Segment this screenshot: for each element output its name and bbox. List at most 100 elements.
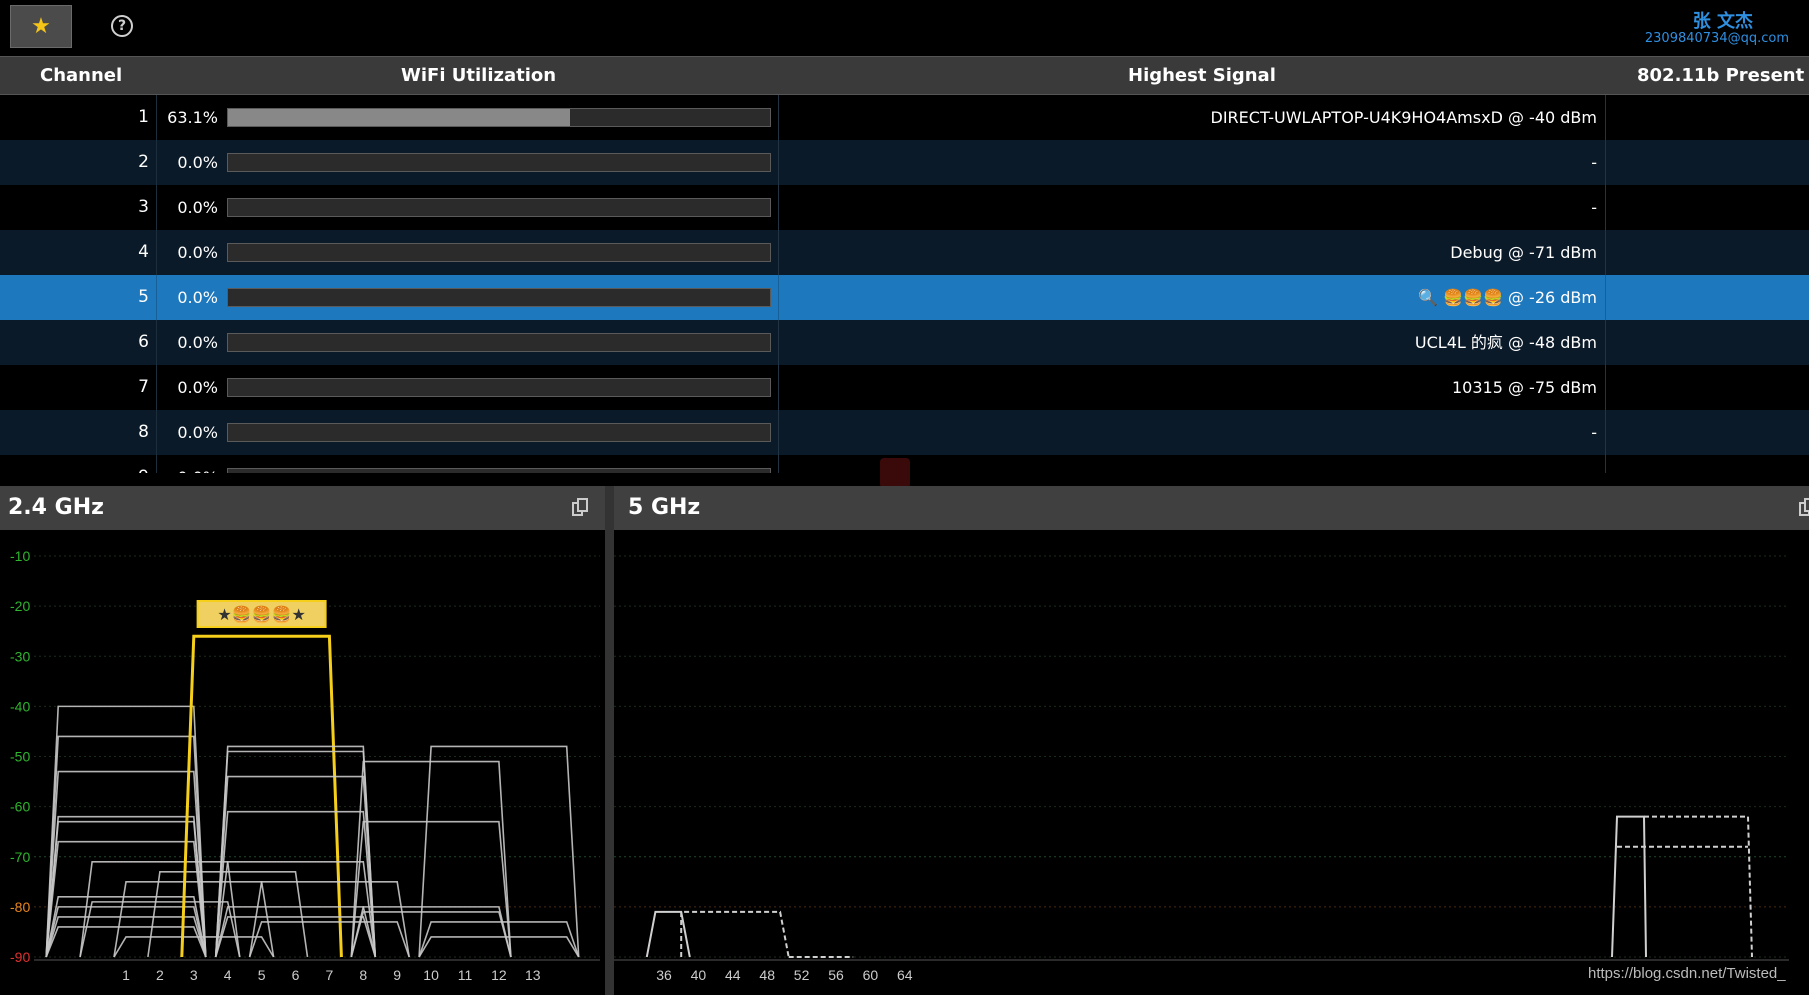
- table-row[interactable]: 5 0.0% 🔍 🍔🍔🍔 @ -26 dBm: [0, 275, 1809, 320]
- utilization-percent: 0.0%: [177, 243, 218, 262]
- panel-title-5ghz: 5 GHz: [628, 495, 701, 520]
- table-row[interactable]: 6 0.0% UCL4L 的疯 @ -48 dBm: [0, 320, 1809, 365]
- selected-network-label: ★🍔🍔🍔★: [217, 605, 305, 624]
- favorites-button[interactable]: ★: [10, 5, 72, 48]
- help-icon[interactable]: ?: [111, 15, 133, 37]
- channel-number: 1: [138, 107, 149, 127]
- chart-5ghz: 36 40 44 48 52 56 60 64: [614, 555, 1789, 983]
- table-row[interactable]: 3 0.0% -: [0, 185, 1809, 230]
- utilization-bar: [227, 243, 771, 262]
- network-curve: [418, 745, 580, 958]
- x-tick-label: 8: [359, 967, 367, 983]
- utilization-percent: 0.0%: [177, 153, 218, 172]
- network-curve: [248, 881, 410, 958]
- y-tick-label: -70: [10, 849, 30, 865]
- channel-number: 7: [138, 377, 149, 397]
- search-icon: [880, 458, 910, 488]
- utilization-bar: [227, 378, 771, 397]
- x-tick-label: 4: [224, 967, 232, 983]
- utilization-percent: 0.0%: [177, 423, 218, 442]
- x-tick-label: 7: [326, 967, 334, 983]
- channel-table-body: 1 63.1% DIRECT-UWLAPTOP-U4K9HO4AmsxD @ -40…: [0, 95, 1809, 473]
- utilization-bar: [227, 288, 771, 307]
- x-tick-label: 13: [525, 967, 541, 983]
- y-tick-label: -30: [10, 648, 30, 664]
- channel-number: 4: [138, 242, 149, 262]
- y-tick-label: -20: [10, 598, 30, 614]
- network-curve: [350, 760, 512, 958]
- x-tick-label: 48: [759, 967, 775, 983]
- x-tick-label: 36: [656, 967, 672, 983]
- panel-divider[interactable]: [605, 486, 614, 995]
- channel-number: 5: [138, 287, 149, 307]
- highest-signal: 10315 @ -75 dBm: [1451, 378, 1597, 397]
- user-name: 张 文杰: [1692, 11, 1753, 32]
- utilization-percent: 0.0%: [156, 455, 218, 473]
- network-curve: [214, 810, 377, 958]
- panel-title-24ghz: 2.4 GHz: [8, 495, 104, 520]
- y-tick-label: -60: [10, 799, 30, 815]
- highest-signal: -: [1591, 153, 1597, 172]
- column-header-80211b-present[interactable]: 802.11b Present: [1637, 57, 1804, 94]
- network-curve: [214, 750, 377, 958]
- x-tick-label: 12: [491, 967, 507, 983]
- column-header-highest-signal[interactable]: Highest Signal: [1128, 57, 1276, 94]
- utilization-bar: [227, 423, 771, 442]
- x-tick-label: 40: [691, 967, 707, 983]
- y-tick-label: -40: [10, 698, 30, 714]
- column-header-channel[interactable]: Channel: [40, 57, 122, 94]
- utilization-bar: [227, 108, 771, 127]
- network-curve: [645, 910, 691, 958]
- panel-header-5ghz: 5 GHz: [614, 486, 1809, 530]
- x-tick-label: 9: [393, 967, 401, 983]
- copy-icon[interactable]: [1799, 498, 1809, 517]
- x-tick-label: 10: [423, 967, 439, 983]
- table-row[interactable]: 8 0.0% -: [0, 410, 1809, 455]
- y-tick-label: -50: [10, 749, 30, 765]
- y-tick-label: -10: [10, 548, 30, 564]
- channel-number: 6: [138, 332, 149, 352]
- highest-signal: -: [1591, 198, 1597, 217]
- utilization-percent: 0.0%: [177, 378, 218, 397]
- channel-number: 8: [138, 422, 149, 442]
- panel-header-24ghz: 2.4 GHz: [0, 486, 605, 530]
- utilization-percent: 0.0%: [177, 333, 218, 352]
- x-tick-label: 64: [897, 967, 913, 983]
- x-tick-label: 2: [156, 967, 164, 983]
- network-curve: [147, 870, 309, 958]
- network-curve: [214, 775, 377, 958]
- user-email: 2309840734@qq.com: [1644, 31, 1789, 46]
- copy-icon[interactable]: [572, 498, 588, 517]
- table-row[interactable]: 2 0.0% -: [0, 140, 1809, 185]
- star-icon: ★: [31, 13, 51, 39]
- highest-signal: Debug @ -71 dBm: [1450, 243, 1597, 262]
- channel-number: 9: [138, 455, 149, 473]
- x-tick-label: 56: [828, 967, 844, 983]
- x-tick-label: 60: [863, 967, 879, 983]
- table-row[interactable]: 1 63.1% DIRECT-UWLAPTOP-U4K9HO4AmsxD @ -40…: [0, 95, 1809, 140]
- x-tick-label: 5: [258, 967, 266, 983]
- column-header-utilization[interactable]: WiFi Utilization: [401, 57, 556, 94]
- x-tick-label: 11: [458, 967, 473, 983]
- network-curve: [680, 910, 790, 958]
- highest-signal: UCL4L 的疯 @ -48 dBm: [1414, 333, 1597, 352]
- utilization-bar: [227, 468, 771, 473]
- network-curve: [1611, 815, 1647, 958]
- highest-signal: DIRECT-UWLAPTOP-U4K9HO4AmsxD @ -40 dBm: [1210, 108, 1598, 127]
- network-curve: [1644, 815, 1753, 958]
- utilization-bar: [227, 198, 771, 217]
- x-tick-label: 1: [122, 967, 130, 983]
- y-tick-label: -90: [10, 949, 30, 965]
- y-tick-label: -80: [10, 899, 30, 915]
- x-tick-label: 6: [292, 967, 300, 983]
- network-curve: [418, 921, 580, 958]
- channel-number: 2: [138, 152, 149, 172]
- utilization-percent: 0.0%: [177, 198, 218, 217]
- utilization-bar: [227, 153, 771, 172]
- table-row[interactable]: 4 0.0% Debug @ -71 dBm: [0, 230, 1809, 275]
- highest-signal: -: [1591, 423, 1597, 442]
- utilization-bar: [227, 333, 771, 352]
- chart-24ghz: -10-20-30-40-50-60-70-80-901 2 3 4 5 6 7 8 9 10 11…: [10, 548, 600, 983]
- network-curve: [418, 936, 580, 958]
- table-row[interactable]: 7 0.0% 10315 @ -75 dBm: [0, 365, 1809, 410]
